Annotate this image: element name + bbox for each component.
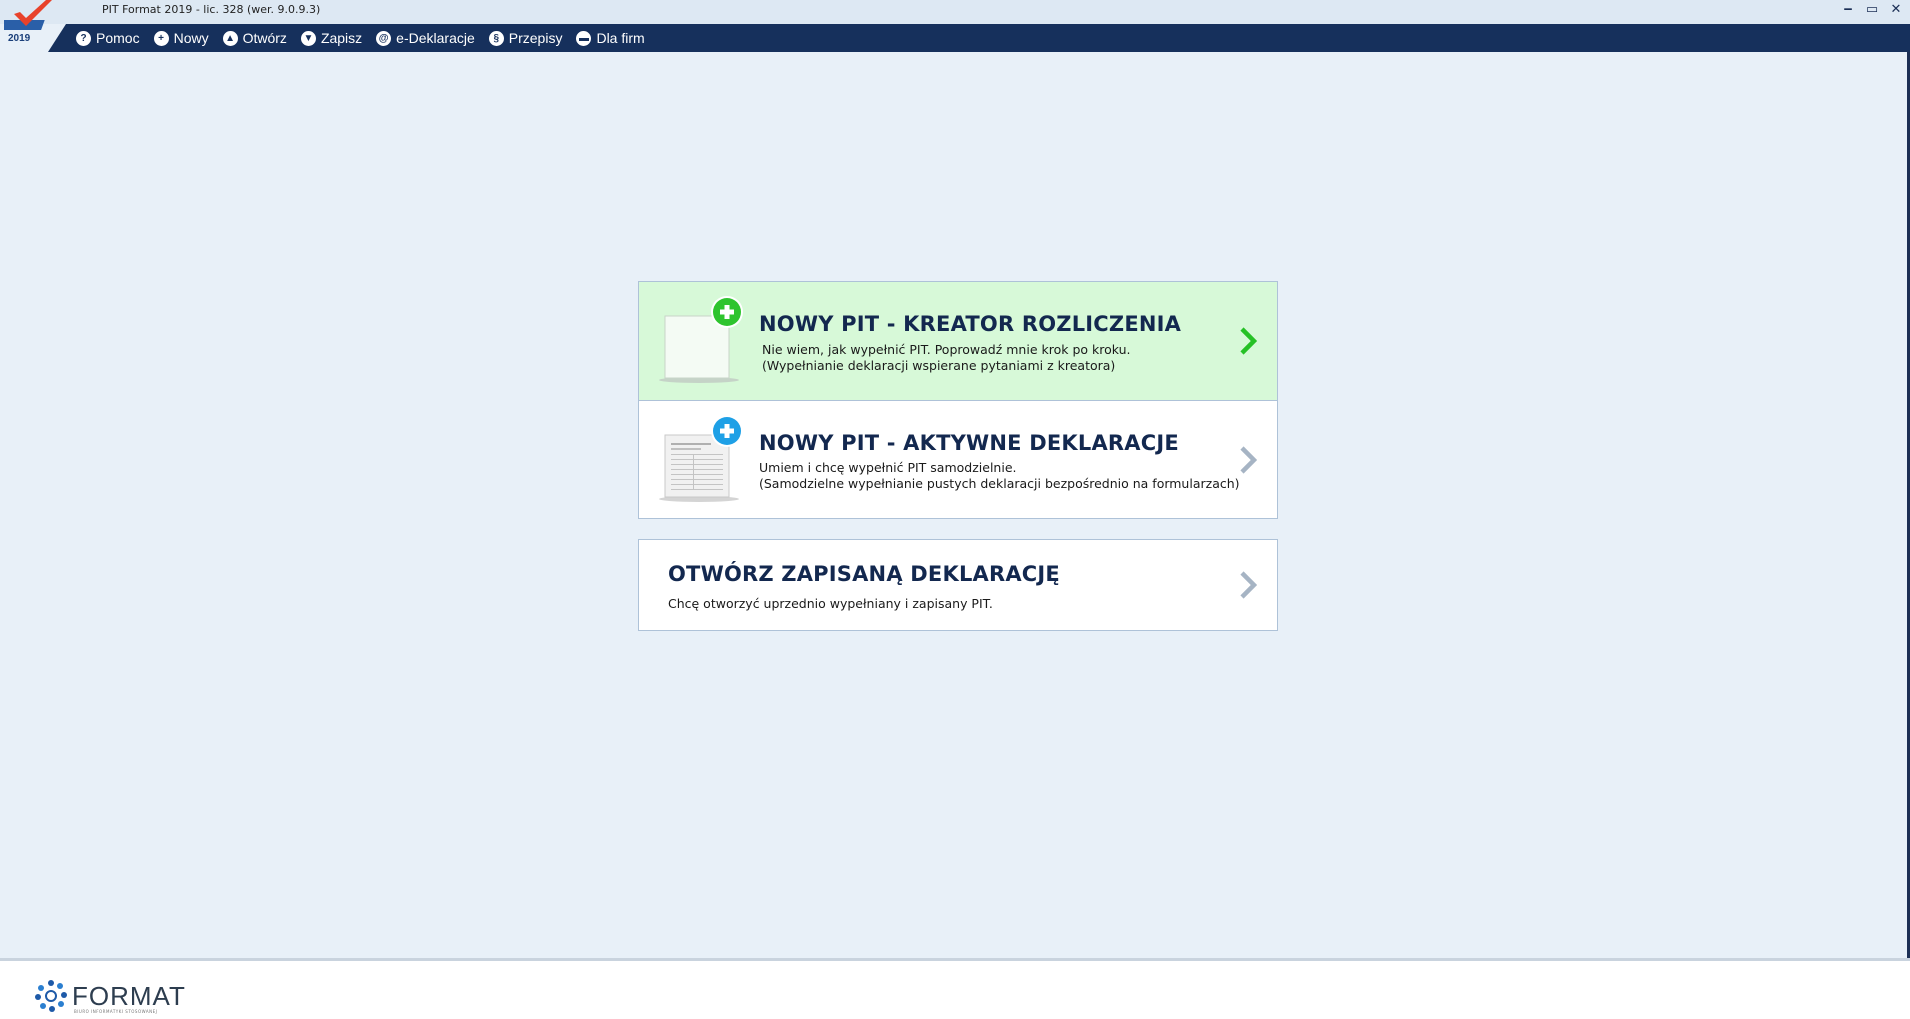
active-title: NOWY PIT - AKTYWNE DEKLARACJE xyxy=(759,431,1179,455)
menu-przepisy[interactable]: § Przepisy xyxy=(488,30,563,46)
window-controls: ‒ ▭ ✕ xyxy=(1840,1,1904,19)
blank-document-plus-icon xyxy=(659,296,743,383)
menu-otworz[interactable]: ▲ Otwórz xyxy=(222,30,287,46)
menu-pomoc[interactable]: ? Pomoc xyxy=(76,30,140,46)
format-logo-icon xyxy=(35,980,67,1012)
minimize-button[interactable]: ‒ xyxy=(1840,1,1856,19)
window-title: PIT Format 2019 - lic. 328 (wer. 9.0.9.3… xyxy=(102,3,321,16)
chevron-right-icon xyxy=(1240,327,1257,355)
active-subdescription: (Samodzielne wypełnianie pustych deklara… xyxy=(759,476,1240,491)
help-icon: ? xyxy=(76,30,91,46)
menu-otworz-label: Otwórz xyxy=(242,30,287,46)
paragraph-icon: § xyxy=(488,30,504,46)
title-bar: PIT Format 2019 - lic. 328 (wer. 9.0.9.3… xyxy=(0,0,1910,24)
menu-items: ? Pomoc + Nowy ▲ Otwórz ▼ Zapisz @ e-Dek… xyxy=(76,24,645,52)
logo-year: 2019 xyxy=(8,33,31,44)
chevron-right-icon xyxy=(1240,446,1257,474)
new-pit-wizard-card[interactable]: NOWY PIT - KREATOR ROZLICZENIA Nie wiem,… xyxy=(638,281,1278,401)
at-icon: @ xyxy=(376,30,392,46)
app-logo: 2019 xyxy=(0,0,66,52)
menu-pomoc-label: Pomoc xyxy=(96,30,140,46)
format-tagline: BIURO INFORMATYKI STOSOWANEJ xyxy=(74,1009,158,1014)
briefcase-icon: ▬ xyxy=(576,30,592,46)
restore-button[interactable]: ▭ xyxy=(1864,1,1880,19)
wizard-description: Nie wiem, jak wypełnić PIT. Poprowadź mn… xyxy=(762,342,1131,357)
format-brand-text: FORMAT xyxy=(72,980,186,1011)
close-button[interactable]: ✕ xyxy=(1888,1,1904,19)
active-description: Umiem i chcę wypełnić PIT samodzielnie. xyxy=(759,460,1017,475)
menu-dla-firm[interactable]: ▬ Dla firm xyxy=(576,30,645,46)
open-icon: ▲ xyxy=(222,30,238,46)
menu-zapisz[interactable]: ▼ Zapisz xyxy=(300,30,363,46)
format-brand: FORMAT xyxy=(34,979,186,1013)
footer: FORMAT BIURO INFORMATYKI STOSOWANEJ xyxy=(0,958,1910,1019)
menu-przepisy-label: Przepisy xyxy=(508,30,563,46)
menu-zapisz-label: Zapisz xyxy=(320,30,363,46)
open-description: Chcę otworzyć uprzednio wypełniany i zap… xyxy=(668,596,993,611)
open-title: OTWÓRZ ZAPISANĄ DEKLARACJĘ xyxy=(668,562,1060,586)
new-pit-active-card[interactable]: NOWY PIT - AKTYWNE DEKLARACJE Umiem i ch… xyxy=(638,400,1278,519)
wizard-subdescription: (Wypełnianie deklaracji wspierane pytani… xyxy=(762,358,1116,373)
menu-e-deklaracje-label: e-Deklaracje xyxy=(396,30,475,46)
menu-nowy-label: Nowy xyxy=(173,30,209,46)
save-icon: ▼ xyxy=(300,30,316,46)
plus-icon: + xyxy=(153,30,169,46)
menu-dla-firm-label: Dla firm xyxy=(596,30,645,46)
menu-nowy[interactable]: + Nowy xyxy=(153,30,209,46)
menu-e-deklaracje[interactable]: @ e-Deklaracje xyxy=(376,30,475,46)
form-document-plus-icon xyxy=(659,415,743,502)
checkmark-logo-icon xyxy=(4,0,52,30)
wizard-title: NOWY PIT - KREATOR ROZLICZENIA xyxy=(759,312,1182,336)
menu-bar: ? Pomoc + Nowy ▲ Otwórz ▼ Zapisz @ e-Dek… xyxy=(0,24,1910,52)
open-saved-card[interactable]: OTWÓRZ ZAPISANĄ DEKLARACJĘ Chcę otworzyć… xyxy=(638,539,1278,631)
chevron-right-icon xyxy=(1240,571,1257,599)
